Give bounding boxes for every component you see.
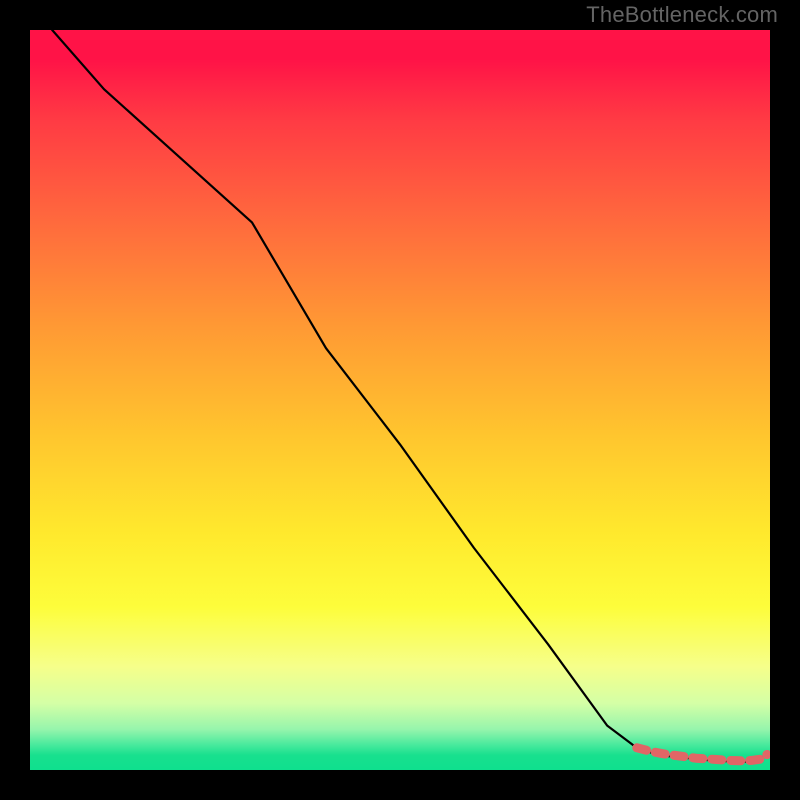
chart-overlay <box>30 30 770 770</box>
chart-frame: TheBottleneck.com <box>0 0 800 800</box>
highlight-segment-line <box>637 748 767 761</box>
bottleneck-curve <box>52 30 766 762</box>
watermark-text: TheBottleneck.com <box>586 2 778 28</box>
